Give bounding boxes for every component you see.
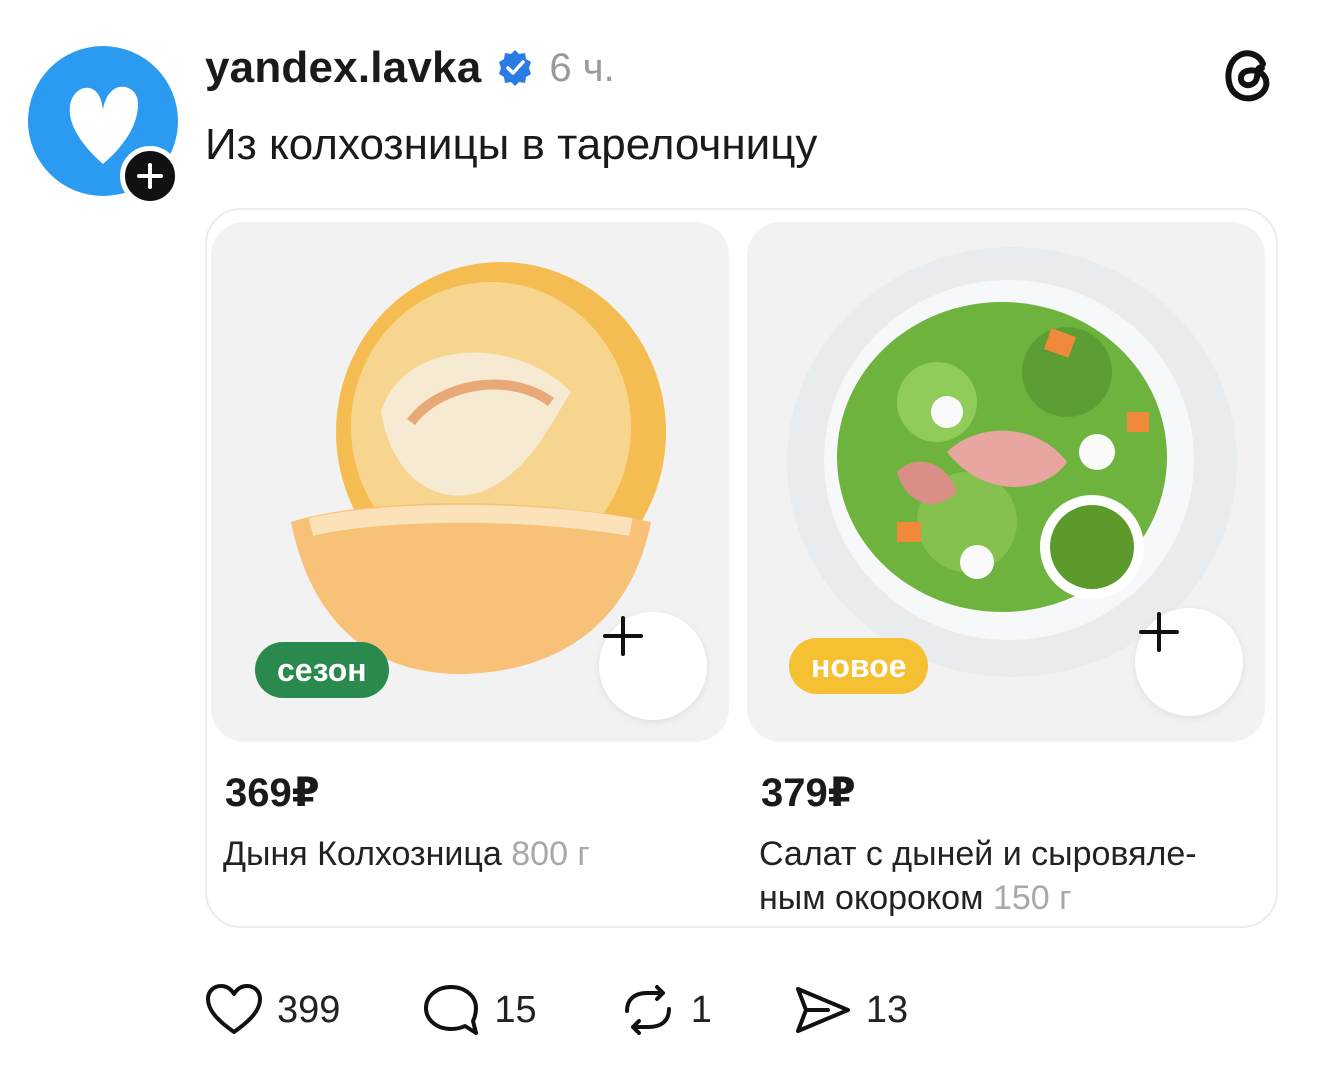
add-to-cart-button[interactable] <box>599 612 707 720</box>
product-title: Салат с дыней и сыровяле-ным окороком <box>759 835 1197 917</box>
repost-button[interactable]: 1 <box>619 983 712 1037</box>
repost-count: 1 <box>690 988 712 1031</box>
share-count: 13 <box>865 988 909 1031</box>
product-name: Салат с дыней и сыровяле-ным окороком 15… <box>759 832 1239 920</box>
new-badge: новое <box>789 638 929 694</box>
heart-icon <box>206 984 262 1034</box>
post-actions: 399 15 1 13 <box>205 980 908 1040</box>
comment-icon <box>424 985 479 1035</box>
product-image-melon: сезон <box>211 222 729 742</box>
plus-icon <box>1139 612 1179 652</box>
product-card[interactable]: сезон 369₽ Дыня Колхозница 800 г <box>211 222 729 918</box>
season-badge: сезон <box>255 642 389 698</box>
share-icon <box>795 987 850 1033</box>
add-to-cart-button[interactable] <box>1135 608 1243 716</box>
product-carousel[interactable]: сезон 369₽ Дыня Колхозница 800 г новое 3… <box>205 208 1278 928</box>
threads-logo-icon[interactable] <box>1218 44 1280 106</box>
product-weight: 150 г <box>992 879 1072 917</box>
username-link[interactable]: yandex.lavka <box>205 43 481 93</box>
product-price: 369₽ <box>225 771 320 815</box>
product-weight: 800 г <box>511 835 590 873</box>
follow-button[interactable] <box>120 146 180 206</box>
product-card[interactable]: новое 379₽ Салат с дыней и сыровяле-ным … <box>747 222 1265 918</box>
like-button[interactable]: 399 <box>205 984 340 1036</box>
repost-icon <box>624 985 671 1035</box>
share-button[interactable]: 13 <box>794 983 908 1037</box>
post-time: 6 ч. <box>549 45 615 90</box>
product-image-salad: новое <box>747 222 1265 742</box>
like-count: 399 <box>277 988 341 1031</box>
verified-icon <box>499 50 532 86</box>
plus-icon <box>137 163 163 189</box>
comment-count: 15 <box>494 988 537 1031</box>
post-text: Из колхозницы в тарелочницу <box>205 120 818 169</box>
product-title: Дыня Колхозница <box>223 835 502 873</box>
product-name: Дыня Колхозница 800 г <box>223 832 703 876</box>
comment-button[interactable]: 15 <box>422 983 537 1037</box>
product-price: 379₽ <box>761 771 856 815</box>
post-header: yandex.lavka 6 ч. <box>205 40 615 96</box>
plus-icon <box>603 616 643 656</box>
